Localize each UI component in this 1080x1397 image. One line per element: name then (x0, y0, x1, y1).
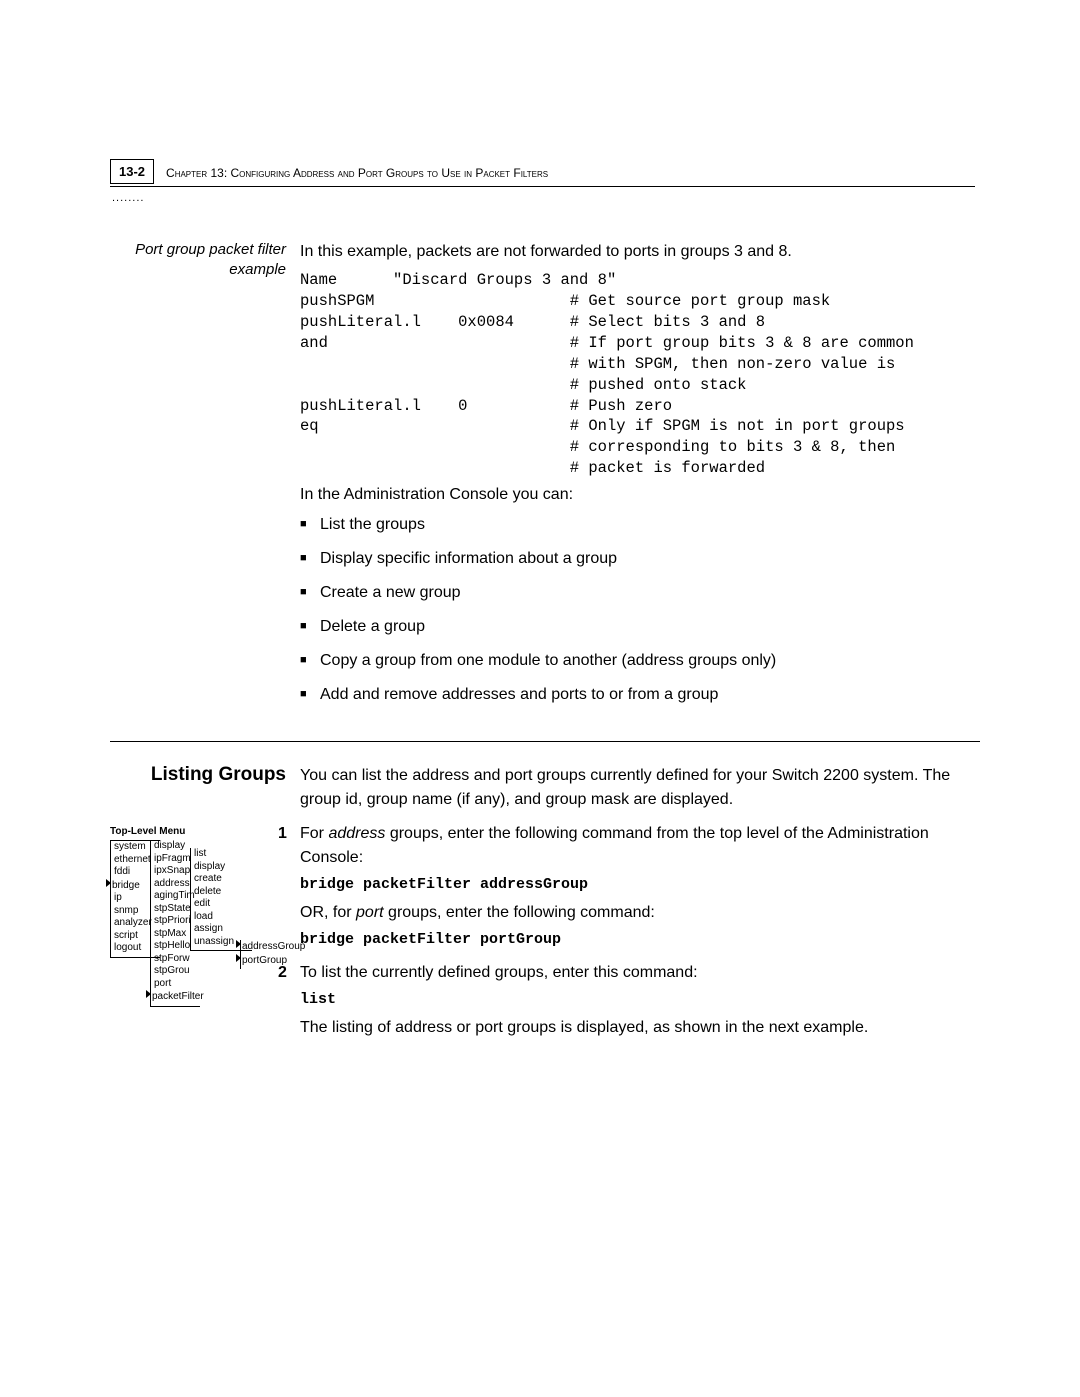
admin-intro: In the Administration Console you can: (300, 483, 980, 507)
example-intro: In this example, packets are not forward… (300, 240, 980, 264)
command-text: list (300, 989, 980, 1012)
code-listing: Name "Discard Groups 3 and 8" pushSPGM #… (300, 270, 980, 479)
step-2: To list the currently defined groups, en… (278, 961, 980, 1040)
section-divider (110, 741, 980, 742)
triangle-icon (236, 940, 241, 948)
step-1: For address groups, enter the following … (278, 822, 980, 951)
margin-note: Port group packet filter example (110, 240, 300, 721)
list-item: List the groups (300, 513, 980, 537)
list-item: Display specific information about a gro… (300, 547, 980, 571)
procedure-steps: For address groups, enter the following … (300, 822, 980, 1040)
capability-list: List the groups Display specific informa… (300, 513, 980, 707)
section-body: You can list the address and port groups… (300, 764, 980, 812)
triangle-icon (146, 990, 151, 998)
triangle-icon (106, 879, 111, 887)
page-number: 13-2 (110, 159, 154, 184)
top-level-menu-diagram: Top-Level Menu system ethernet fddi brid… (110, 826, 296, 1046)
page-header: 13-2 Chapter 13: Configuring Address and… (110, 165, 975, 187)
triangle-icon (236, 954, 241, 962)
list-item: Copy a group from one module to another … (300, 649, 980, 673)
chapter-title: Chapter 13: Configuring Address and Port… (166, 165, 548, 180)
command-text: bridge packetFilter portGroup (300, 929, 980, 952)
command-text: bridge packetFilter addressGroup (300, 874, 980, 897)
menu-column-3: list display create delete edit load ass… (190, 848, 252, 951)
menu-title: Top-Level Menu (110, 826, 296, 839)
dotted-ornament: ........ (112, 192, 144, 204)
list-item: Create a new group (300, 581, 980, 605)
list-item: Delete a group (300, 615, 980, 639)
list-item: Add and remove addresses and ports to or… (300, 683, 980, 707)
section-heading: Listing Groups (110, 764, 300, 812)
